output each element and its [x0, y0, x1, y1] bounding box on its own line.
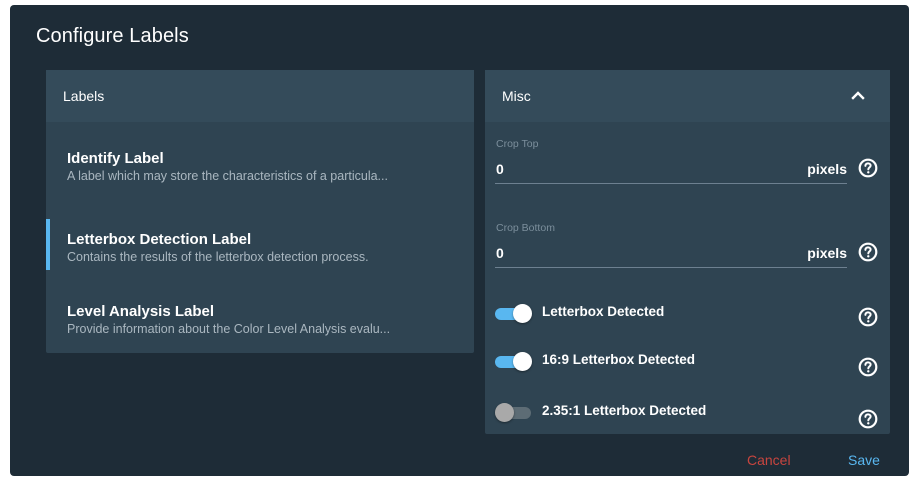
misc-panel: Misc Crop Top pixels Crop Bottom pixels	[485, 70, 890, 434]
16-9-letterbox-detected-toggle[interactable]	[495, 352, 533, 371]
labels-panel-title: Labels	[63, 88, 105, 104]
crop-top-input[interactable]	[496, 161, 746, 177]
help-circle-icon[interactable]	[858, 242, 878, 262]
dialog-title: Configure Labels	[36, 25, 189, 47]
letterbox-detected-toggle[interactable]	[495, 304, 533, 323]
labels-panel-header: Labels	[46, 70, 474, 122]
toggle-row-16-9-letterbox-detected: 16:9 Letterbox Detected	[495, 349, 865, 373]
crop-top-label: Crop Top	[496, 138, 539, 150]
label-item-letterbox-detection[interactable]: Letterbox Detection Label Contains the r…	[46, 213, 474, 277]
toggle-label: 2.35:1 Letterbox Detected	[542, 403, 707, 418]
crop-top-unit: pixels	[807, 161, 847, 177]
help-circle-icon[interactable]	[858, 158, 878, 178]
configure-labels-dialog: Configure Labels Labels Identify Label A…	[10, 5, 909, 476]
crop-bottom-input[interactable]	[496, 245, 746, 261]
toggle-row-letterbox-detected: Letterbox Detected	[495, 301, 865, 325]
toggle-label: 16:9 Letterbox Detected	[542, 352, 696, 367]
help-circle-icon[interactable]	[858, 307, 878, 327]
label-item-title: Identify Label	[67, 150, 164, 167]
crop-bottom-label: Crop Bottom	[496, 222, 555, 234]
selected-indicator	[46, 219, 50, 270]
label-item-identify[interactable]: Identify Label A label which may store t…	[46, 132, 474, 196]
label-item-title: Letterbox Detection Label	[67, 231, 252, 248]
toggle-knob	[513, 352, 532, 371]
2-35-1-letterbox-detected-toggle[interactable]	[495, 403, 533, 422]
crop-bottom-unit: pixels	[807, 245, 847, 261]
label-item-title: Level Analysis Label	[67, 303, 215, 320]
toggle-knob	[495, 403, 514, 422]
label-item-description: A label which may store the characterist…	[67, 169, 388, 183]
save-button[interactable]: Save	[848, 452, 880, 468]
label-item-description: Contains the results of the letterbox de…	[67, 250, 369, 264]
toggle-label: Letterbox Detected	[542, 304, 665, 319]
toggle-knob	[513, 304, 532, 323]
misc-panel-header[interactable]: Misc	[485, 70, 890, 122]
cancel-button[interactable]: Cancel	[747, 452, 791, 468]
label-item-description: Provide information about the Color Leve…	[67, 322, 391, 336]
toggle-row-2-35-1-letterbox-detected: 2.35:1 Letterbox Detected	[495, 400, 865, 424]
crop-bottom-field: Crop Bottom pixels	[495, 222, 847, 274]
chevron-up-icon[interactable]	[850, 87, 866, 103]
help-circle-icon[interactable]	[858, 409, 878, 429]
misc-panel-title: Misc	[502, 88, 531, 104]
crop-top-field: Crop Top pixels	[495, 138, 847, 190]
label-item-level-analysis[interactable]: Level Analysis Label Provide information…	[46, 285, 474, 349]
help-circle-icon[interactable]	[858, 357, 878, 377]
labels-panel: Labels Identify Label A label which may …	[46, 70, 474, 353]
field-underline	[495, 267, 847, 268]
field-underline	[495, 183, 847, 184]
